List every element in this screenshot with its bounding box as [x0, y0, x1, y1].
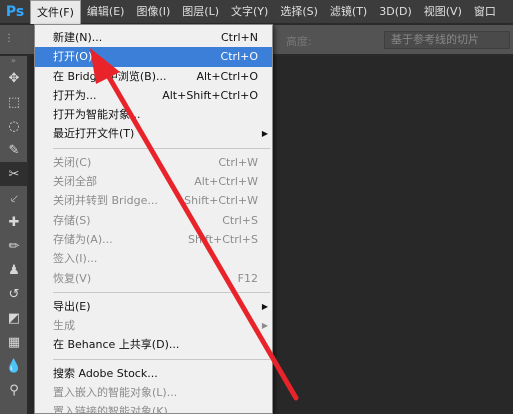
- menu-item-label: 新建(N)...: [53, 31, 103, 44]
- move-tool-icon[interactable]: ✥: [0, 66, 28, 90]
- slices-from-guides-button[interactable]: 基于参考线的切片: [384, 31, 510, 49]
- menu-item-export[interactable]: 导出(E) ▶: [35, 297, 272, 316]
- menu-item-label: 签入(I)...: [53, 252, 98, 266]
- menu-item-shortcut: Alt+Shift+Ctrl+O: [162, 88, 258, 102]
- menu-item-label: 恢复(V): [53, 271, 92, 285]
- slice-tool-icon[interactable]: ✂: [0, 162, 28, 186]
- menu-item-revert[interactable]: 恢复(V) F12: [35, 269, 272, 288]
- menu-image[interactable]: 图像(I): [130, 0, 176, 24]
- menu-item-shortcut: Alt+Ctrl+W: [194, 175, 258, 189]
- healing-brush-tool-icon[interactable]: ✚: [0, 210, 28, 234]
- menu-filter[interactable]: 滤镜(T): [324, 0, 373, 24]
- menu-window[interactable]: 窗口: [468, 0, 502, 24]
- toolbox-grip-icon[interactable]: »: [0, 56, 27, 66]
- menu-item-label: 导出(E): [53, 299, 91, 313]
- menu-item-open-as[interactable]: 打开为... Alt+Shift+Ctrl+O: [35, 86, 272, 105]
- menu-item-share-on-behance[interactable]: 在 Behance 上共享(D)...: [35, 335, 272, 354]
- lasso-tool-icon[interactable]: ◌: [0, 114, 28, 138]
- menu-item-close-and-go-to-bridge[interactable]: 关闭并转到 Bridge... Shift+Ctrl+W: [35, 191, 272, 210]
- menu-item-search-adobe-stock[interactable]: 搜索 Adobe Stock...: [35, 364, 272, 383]
- menu-item-save[interactable]: 存储(S) Ctrl+S: [35, 211, 272, 230]
- menu-item-recent-files[interactable]: 最近打开文件(T) ▶: [35, 124, 272, 143]
- menu-item-label: 存储为(A)...: [53, 232, 113, 246]
- menu-item-label: 关闭(C): [53, 155, 92, 169]
- submenu-arrow-icon: ▶: [261, 321, 268, 331]
- menu-select[interactable]: 选择(S): [274, 0, 324, 24]
- menu-item-generate[interactable]: 生成 ▶: [35, 316, 272, 335]
- menu-edit[interactable]: 编辑(E): [81, 0, 131, 24]
- marquee-tool-icon[interactable]: ⬚: [0, 90, 28, 114]
- gradient-tool-icon[interactable]: ▦: [0, 330, 28, 354]
- menu-3d[interactable]: 3D(D): [373, 0, 418, 24]
- menu-item-shortcut: Alt+Ctrl+O: [196, 69, 258, 83]
- menu-type[interactable]: 文字(Y): [225, 0, 274, 24]
- menu-item-label: 打开为智能对象...: [53, 108, 141, 122]
- menu-item-shortcut: Shift+Ctrl+S: [188, 232, 258, 246]
- options-grip-icon[interactable]: ⋮: [4, 33, 14, 47]
- menu-item-label: 最近打开文件(T): [53, 127, 135, 141]
- menu-item-close-all[interactable]: 关闭全部 Alt+Ctrl+W: [35, 172, 272, 191]
- menu-item-label: 存储(S): [53, 213, 91, 227]
- toolbox: » ✥ ⬚ ◌ ✎ ✂ ⸔ ✚ ✏ ♟ ↺ ◩ ▦ 💧 ⚲: [0, 56, 28, 414]
- menu-item-label: 置入嵌入的智能对象(L)...: [53, 386, 178, 400]
- menu-item-save-as[interactable]: 存储为(A)... Shift+Ctrl+S: [35, 230, 272, 249]
- menu-file[interactable]: 文件(F): [30, 0, 81, 24]
- menu-item-label: 置入链接的智能对象(K)...: [53, 405, 179, 414]
- menu-item-label: 生成: [53, 319, 75, 333]
- menu-item-place-embedded[interactable]: 置入嵌入的智能对象(L)...: [35, 383, 272, 402]
- menu-item-shortcut: Shift+Ctrl+W: [184, 194, 258, 208]
- menu-item-shortcut: F12: [237, 271, 258, 285]
- menu-item-label: 在 Behance 上共享(D)...: [53, 338, 180, 352]
- eyedropper-tool-icon[interactable]: ⸔: [0, 186, 28, 210]
- file-menu-dropdown: 新建(N)... Ctrl+N 打开(O)... Ctrl+O 在 Bridge…: [34, 24, 273, 414]
- ps-logo[interactable]: Ps: [0, 0, 30, 24]
- menu-separator: [53, 291, 270, 293]
- dodge-tool-icon[interactable]: ⚲: [0, 378, 28, 402]
- quick-select-tool-icon[interactable]: ✎: [0, 138, 28, 162]
- eraser-tool-icon[interactable]: ◩: [0, 306, 28, 330]
- menu-item-check-in[interactable]: 签入(I)...: [35, 249, 272, 268]
- submenu-arrow-icon: ▶: [261, 301, 268, 311]
- submenu-arrow-icon: ▶: [261, 129, 268, 139]
- menu-item-new[interactable]: 新建(N)... Ctrl+N: [35, 28, 272, 47]
- menu-separator: [53, 358, 270, 360]
- menu-item-label: 打开为...: [53, 88, 97, 102]
- menu-item-open[interactable]: 打开(O)... Ctrl+O: [35, 47, 272, 67]
- menu-item-shortcut: Ctrl+O: [220, 50, 258, 64]
- height-label: 高度:: [286, 35, 312, 48]
- menu-item-close[interactable]: 关闭(C) Ctrl+W: [35, 153, 272, 172]
- menu-item-place-linked[interactable]: 置入链接的智能对象(K)...: [35, 402, 272, 414]
- menu-item-label: 关闭并转到 Bridge...: [53, 194, 158, 208]
- menu-item-label: 在 Bridge 中浏览(B)...: [53, 69, 167, 83]
- menu-item-open-as-smart-object[interactable]: 打开为智能对象...: [35, 105, 272, 124]
- menu-item-label: 打开(O)...: [53, 50, 103, 64]
- blur-tool-icon[interactable]: 💧: [0, 354, 28, 378]
- menu-item-browse-in-bridge[interactable]: 在 Bridge 中浏览(B)... Alt+Ctrl+O: [35, 67, 272, 86]
- menu-view[interactable]: 视图(V): [418, 0, 468, 24]
- menu-bar: Ps 文件(F) 编辑(E) 图像(I) 图层(L) 文字(Y) 选择(S) 滤…: [0, 0, 513, 24]
- menu-separator: [53, 147, 270, 149]
- clone-stamp-tool-icon[interactable]: ♟: [0, 258, 28, 282]
- menu-item-shortcut: Ctrl+N: [220, 31, 258, 44]
- history-brush-tool-icon[interactable]: ↺: [0, 282, 28, 306]
- menu-item-shortcut: Ctrl+W: [218, 155, 258, 169]
- menu-item-shortcut: Ctrl+S: [222, 213, 258, 227]
- menu-item-label: 关闭全部: [53, 175, 97, 189]
- brush-tool-icon[interactable]: ✏: [0, 234, 28, 258]
- menu-layer[interactable]: 图层(L): [176, 0, 225, 24]
- menu-item-label: 搜索 Adobe Stock...: [53, 366, 158, 380]
